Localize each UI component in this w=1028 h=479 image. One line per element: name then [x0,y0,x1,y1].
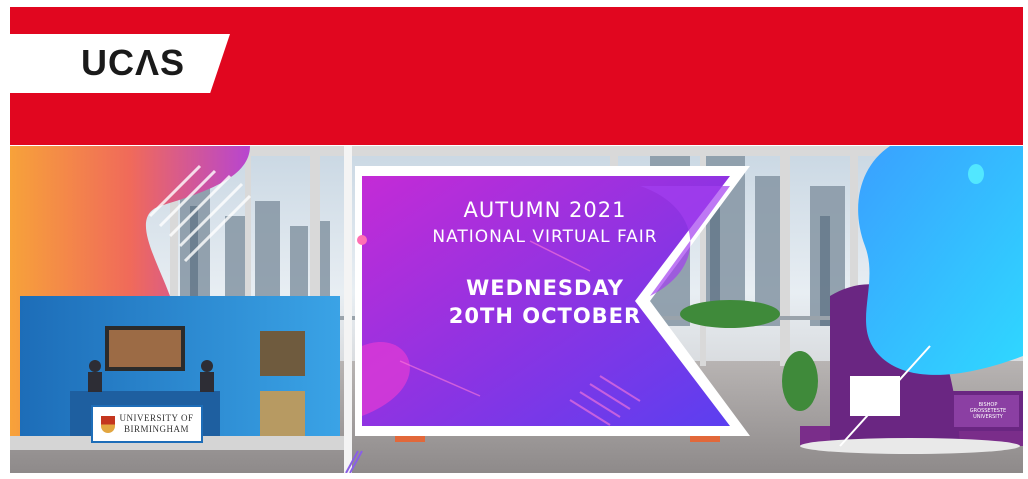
hero-banner-image: UNIVERSITY OF BIRMINGHAM AUTUMN 2021 NAT… [10,146,1023,473]
bg-sign-line3: UNIVERSITY [973,414,1003,420]
event-date: 20TH OCTOBER [448,304,642,328]
event-day: WEDNESDAY [466,276,624,300]
uni-sign-line2: BIRMINGHAM [123,424,189,434]
ucas-logo-text: UCΛS [81,42,186,83]
university-of-birmingham-sign: UNIVERSITY OF BIRMINGHAM [91,405,203,443]
event-banner: AUTUMN 2021 NATIONAL VIRTUAL FAIR WEDNES… [362,196,728,330]
bishop-grosseteste-sign: BISHOP GROSSETESTE UNIVERSITY [958,402,1018,420]
event-season: AUTUMN 2021 [463,198,627,222]
ucas-logo[interactable]: UCΛS [10,34,230,93]
crest-icon [100,415,115,433]
site-header: UCΛS [10,7,1023,145]
event-name: NATIONAL VIRTUAL FAIR [432,227,658,247]
uni-sign-line1: UNIVERSITY OF [119,413,194,423]
